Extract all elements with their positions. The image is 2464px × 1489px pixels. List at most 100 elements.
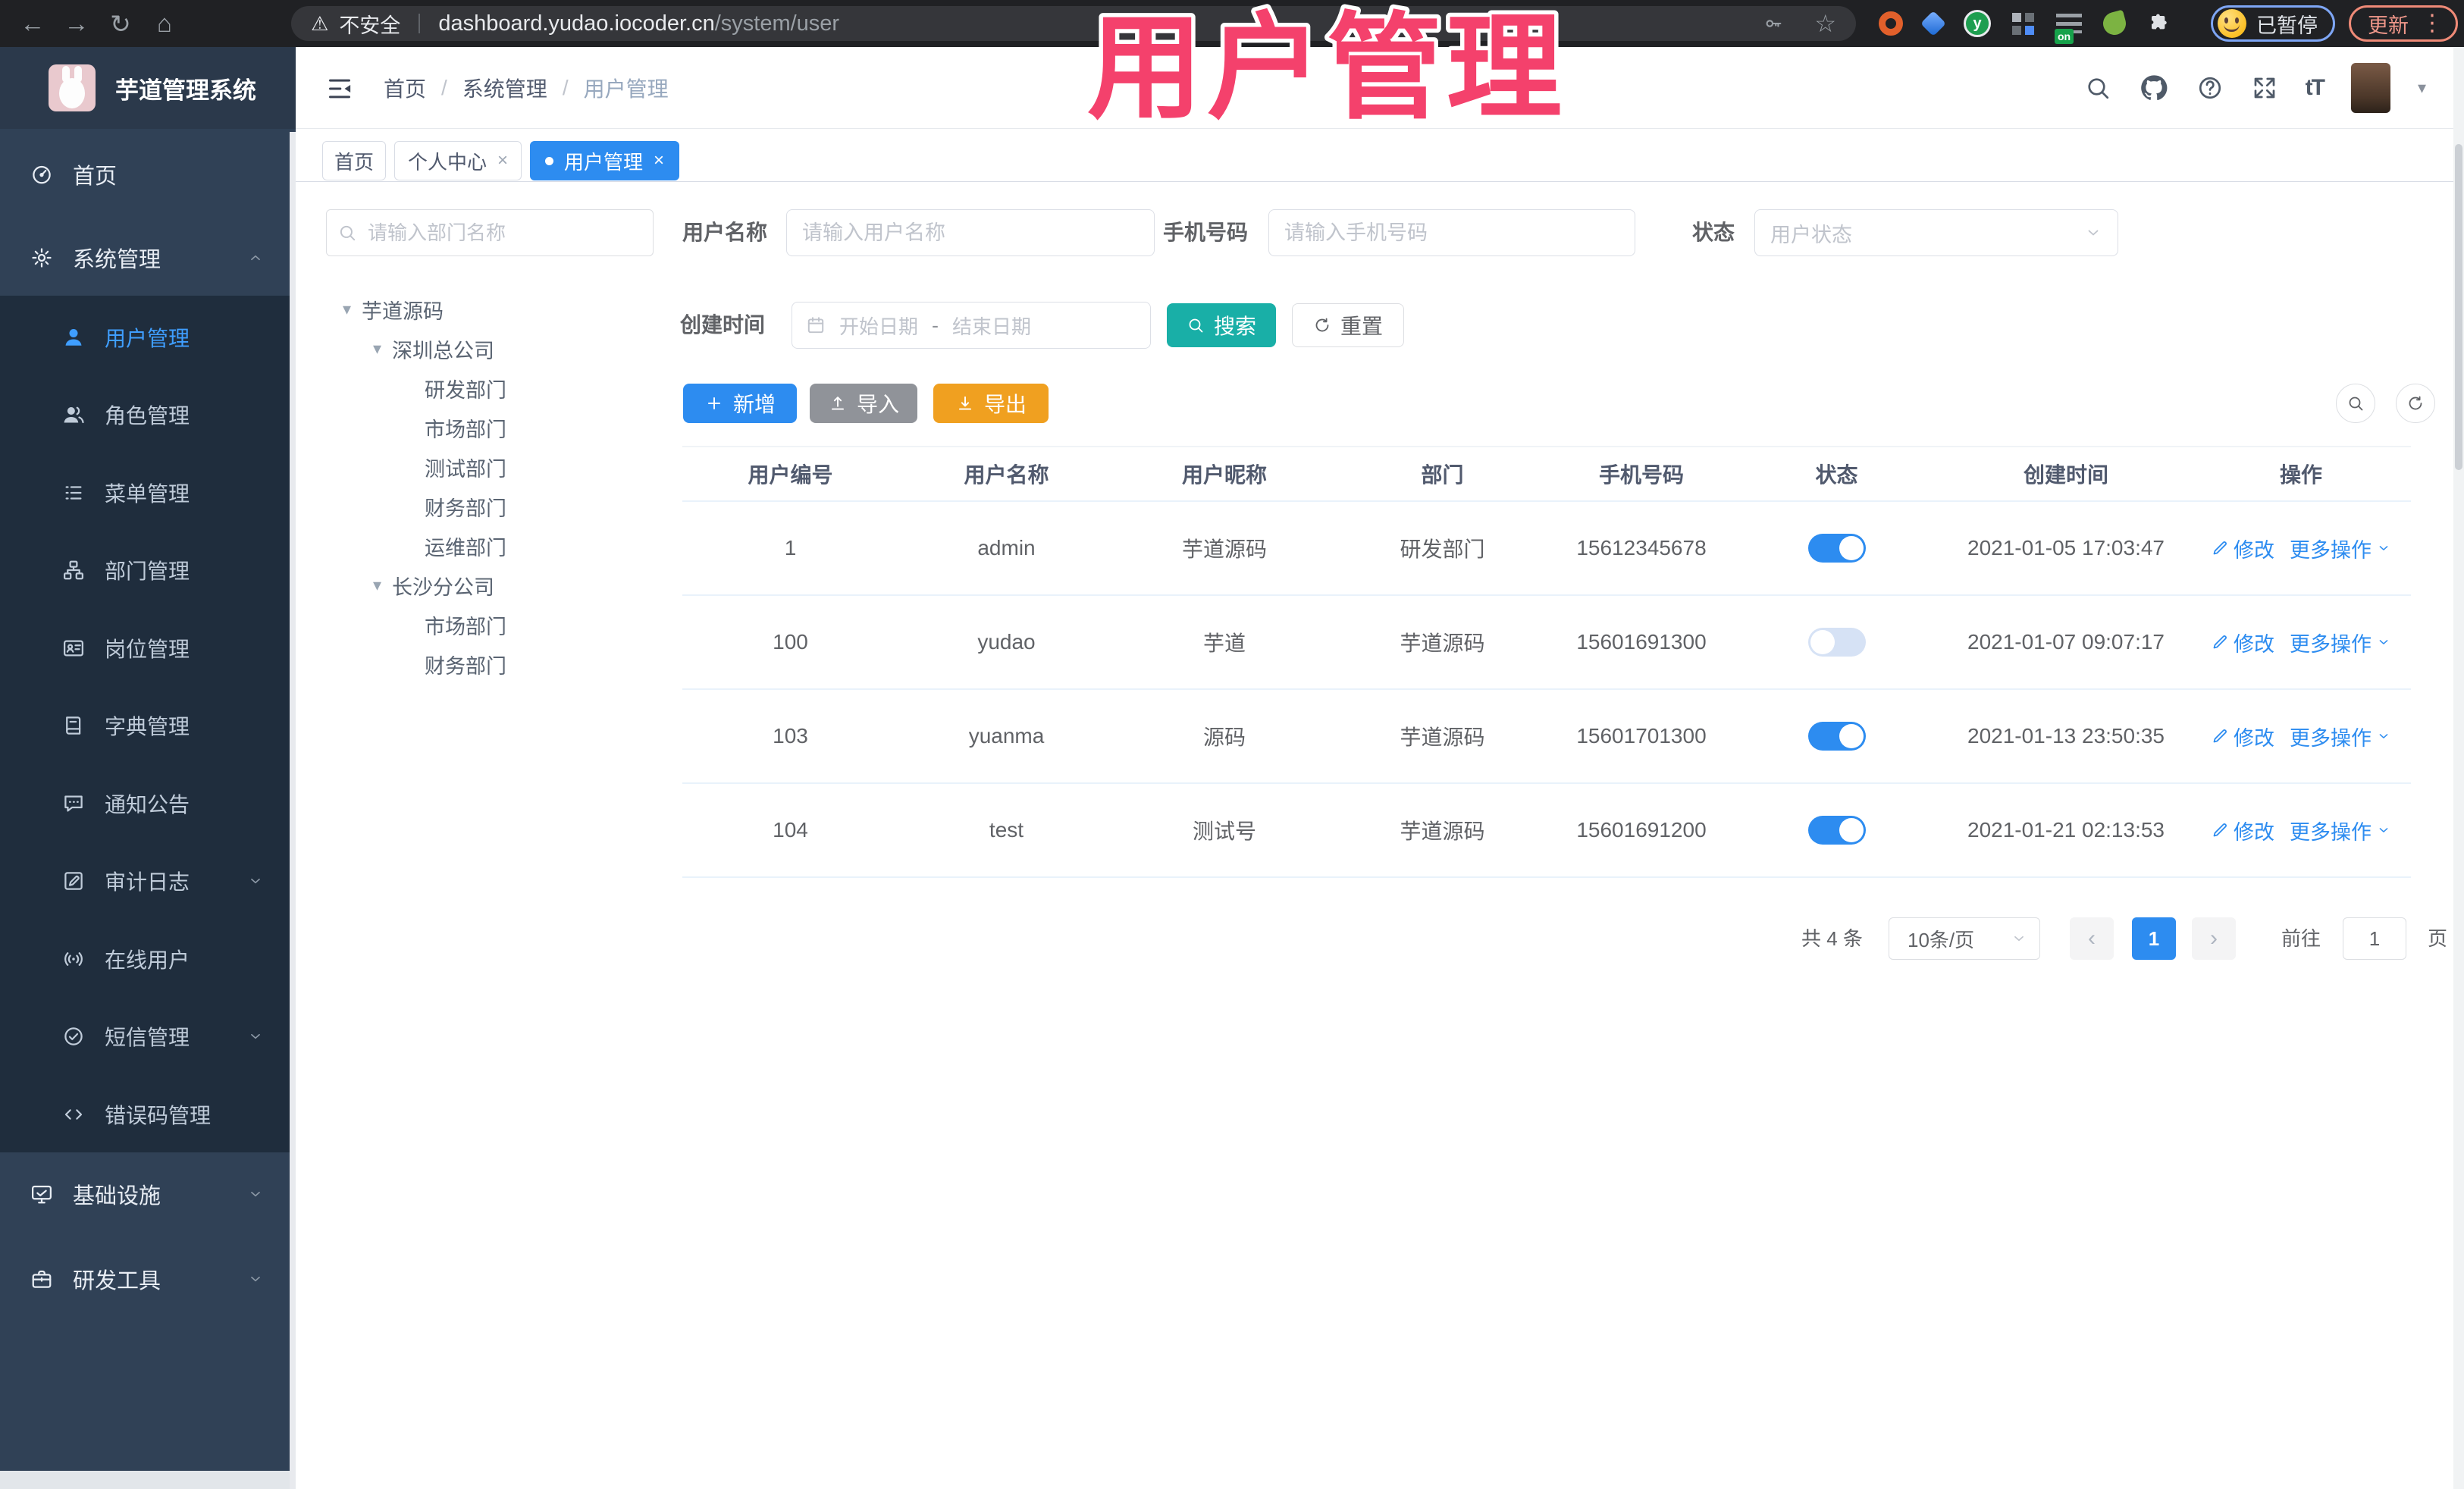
add-button[interactable]: 新增: [683, 384, 797, 423]
github-icon[interactable]: [2139, 73, 2169, 103]
extension-on-badge: on: [2055, 29, 2074, 44]
status-toggle[interactable]: [1807, 534, 1866, 563]
url-host: dashboard.yudao.iocoder.cn: [438, 11, 715, 36]
browser-home-icon[interactable]: ⌂: [143, 9, 187, 38]
tree-node[interactable]: ▾ 长沙分公司: [373, 566, 494, 605]
export-button[interactable]: 导出: [933, 384, 1049, 423]
sidebar-item-role-management[interactable]: 角色管理: [0, 390, 290, 439]
username-input[interactable]: [786, 209, 1155, 256]
audit-log-icon: [62, 870, 85, 892]
breadcrumb-system[interactable]: 系统管理: [462, 73, 547, 103]
pagination-total: 共 4 条: [1801, 927, 1863, 950]
current-page-button[interactable]: 1: [2132, 917, 2176, 960]
address-bar[interactable]: ⚠ 不安全 dashboard.yudao.iocoder.cn /system…: [291, 6, 1856, 41]
date-range-picker[interactable]: 开始日期 - 结束日期: [792, 302, 1151, 349]
status-toggle[interactable]: [1807, 816, 1866, 845]
sidebar-item-system-management[interactable]: 系统管理: [0, 234, 290, 282]
tree-node[interactable]: 财务部门: [425, 487, 506, 526]
more-actions-link[interactable]: 更多操作: [2290, 628, 2391, 657]
chevron-down-icon: [2376, 635, 2391, 650]
sidebar-item-online-users[interactable]: 在线用户: [0, 935, 290, 983]
tree-node[interactable]: 市场部门: [425, 408, 506, 447]
browser-reload-icon[interactable]: ↻: [99, 9, 143, 39]
more-actions-link[interactable]: 更多操作: [2290, 534, 2391, 563]
sidebar-item-post-management[interactable]: 岗位管理: [0, 624, 290, 672]
browser-menu-icon[interactable]: ⋮: [2421, 12, 2444, 35]
tree-caret-icon[interactable]: ▾: [343, 299, 351, 319]
edit-link[interactable]: 修改: [2211, 534, 2274, 563]
sidebar-item-infrastructure[interactable]: 基础设施: [0, 1170, 290, 1218]
close-icon[interactable]: ×: [497, 150, 508, 171]
sidebar-item-notice[interactable]: 通知公告: [0, 779, 290, 828]
page-size-select[interactable]: 10条/页: [1889, 917, 2040, 960]
password-key-icon[interactable]: [1763, 13, 1784, 34]
fullscreen-icon[interactable]: [2251, 74, 2278, 102]
sidebar-item-error-code-management[interactable]: 错误码管理: [0, 1090, 290, 1139]
more-actions-link[interactable]: 更多操作: [2290, 722, 2391, 751]
sidebar-item-dev-tools[interactable]: 研发工具: [0, 1255, 290, 1303]
user-avatar[interactable]: [2350, 63, 2390, 113]
browser-extension-icon[interactable]: [2100, 9, 2129, 38]
search-icon: [2346, 394, 2365, 412]
page-scrollbar-thumb[interactable]: [2455, 144, 2462, 470]
edit-link[interactable]: 修改: [2211, 722, 2274, 751]
bookmark-star-icon[interactable]: ☆: [1814, 9, 1836, 38]
security-warning-icon[interactable]: ⚠: [311, 12, 328, 36]
browser-extension-icon[interactable]: on: [2055, 14, 2082, 44]
update-button[interactable]: 更新 ⋮: [2349, 5, 2458, 42]
sidebar-item-menu-management[interactable]: 菜单管理: [0, 469, 290, 517]
avatar-caret-icon[interactable]: ▾: [2418, 78, 2426, 98]
extensions-puzzle-icon[interactable]: [2147, 11, 2171, 36]
status-toggle[interactable]: [1807, 722, 1866, 751]
sidebar-item-audit-log[interactable]: 审计日志: [0, 857, 290, 905]
tree-node[interactable]: 运维部门: [425, 526, 506, 566]
tree-node[interactable]: ▾ 深圳总公司: [373, 329, 494, 368]
sidebar-item-user-management[interactable]: 用户管理: [0, 313, 290, 362]
sidebar-item-dict-management[interactable]: 字典管理: [0, 701, 290, 750]
edit-link[interactable]: 修改: [2211, 816, 2274, 845]
tab-home[interactable]: 首页: [322, 141, 386, 180]
toggle-search-button[interactable]: [2336, 384, 2375, 423]
sidebar-item-home[interactable]: 首页: [0, 150, 290, 199]
tree-caret-icon[interactable]: ▾: [373, 575, 381, 595]
import-button[interactable]: 导入: [810, 384, 917, 423]
browser-extension-icon[interactable]: y: [1964, 10, 1991, 37]
dept-search-input[interactable]: [366, 220, 642, 246]
browser-extension-icon[interactable]: [1920, 11, 1946, 36]
tab-user-management[interactable]: 用户管理 ×: [530, 141, 679, 180]
tree-caret-icon[interactable]: ▾: [373, 339, 381, 359]
sidebar-item-sms-management[interactable]: 短信管理: [0, 1012, 290, 1061]
browser-extension-icon[interactable]: [1879, 11, 1903, 36]
status-toggle[interactable]: [1807, 628, 1866, 657]
date-start-placeholder: 开始日期: [839, 315, 919, 338]
window-edge: [0, 1471, 290, 1489]
tree-node[interactable]: 市场部门: [425, 605, 506, 644]
close-icon[interactable]: ×: [654, 150, 664, 171]
more-actions-link[interactable]: 更多操作: [2290, 816, 2391, 845]
help-icon[interactable]: [2196, 74, 2224, 102]
next-page-button[interactable]: ›: [2192, 917, 2236, 960]
browser-back-icon[interactable]: ←: [11, 9, 55, 38]
tree-node[interactable]: ▾ 芋道源码: [343, 290, 444, 329]
sidebar-item-dept-management[interactable]: 部门管理: [0, 546, 290, 594]
sidebar-scrollbar[interactable]: [290, 132, 296, 1489]
tree-node[interactable]: 研发部门: [425, 368, 506, 408]
edit-link[interactable]: 修改: [2211, 628, 2274, 657]
breadcrumb-home[interactable]: 首页: [384, 73, 426, 103]
prev-page-button[interactable]: ‹: [2070, 917, 2114, 960]
sidebar-collapse-icon[interactable]: [324, 74, 355, 104]
profile-paused-badge[interactable]: 已暂停: [2211, 5, 2335, 42]
tree-node[interactable]: 测试部门: [425, 447, 506, 487]
reset-button[interactable]: 重置: [1292, 303, 1404, 347]
status-select[interactable]: 用户状态: [1754, 209, 2118, 256]
font-size-icon[interactable]: tT: [2306, 75, 2325, 101]
tab-profile[interactable]: 个人中心 ×: [394, 141, 522, 180]
browser-extension-icon[interactable]: [2012, 13, 2021, 22]
refresh-table-button[interactable]: [2396, 384, 2435, 423]
search-button[interactable]: 搜索: [1167, 303, 1276, 347]
tree-node[interactable]: 财务部门: [425, 644, 506, 684]
goto-page-input[interactable]: [2343, 917, 2406, 960]
browser-forward-icon[interactable]: →: [55, 9, 99, 38]
search-icon[interactable]: [2084, 74, 2111, 102]
mobile-input[interactable]: [1268, 209, 1635, 256]
